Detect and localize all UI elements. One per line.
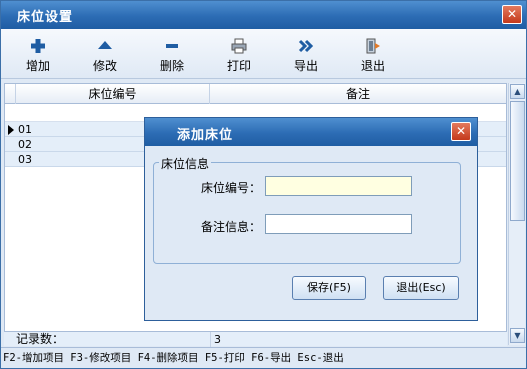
delete-label: 删除 bbox=[159, 59, 184, 73]
cell-bed-no: 01 bbox=[18, 123, 32, 136]
save-button[interactable]: 保存(F5) bbox=[292, 276, 366, 300]
edit-button[interactable]: 修改 bbox=[84, 37, 126, 74]
triangle-up-icon bbox=[98, 41, 112, 49]
delete-button[interactable]: 删除 bbox=[151, 37, 193, 74]
dialog-exit-button[interactable]: 退出(Esc) bbox=[383, 276, 459, 300]
row-selector-header bbox=[5, 84, 16, 104]
add-bed-dialog: 添加床位 ✕ 床位信息 床位编号： 备注信息： 保存(F5) 退出(Esc) bbox=[144, 117, 478, 321]
printer-icon bbox=[231, 38, 247, 54]
column-header-bed-no[interactable]: 床位编号 bbox=[16, 84, 210, 104]
minus-icon bbox=[166, 44, 178, 48]
plus-icon bbox=[31, 39, 45, 53]
dialog-title-bar: 添加床位 ✕ bbox=[145, 118, 477, 146]
double-chevron-right-icon bbox=[298, 39, 314, 53]
cell-bed-no: 03 bbox=[18, 153, 32, 166]
record-count-row: 记录数： 3 bbox=[4, 331, 507, 347]
print-button[interactable]: 打印 bbox=[218, 37, 260, 74]
group-title: 床位信息 bbox=[159, 155, 212, 172]
bed-no-label: 床位编号： bbox=[200, 181, 261, 195]
current-row-marker-icon bbox=[8, 125, 14, 135]
print-label: 打印 bbox=[226, 59, 251, 73]
exit-label: 退出 bbox=[360, 59, 385, 73]
shortcut-status-bar: F2-增加项目 F3-修改项目 F4-删除项目 F5-打印 F6-导出 Esc-… bbox=[1, 347, 526, 368]
exit-button[interactable]: 退出 bbox=[352, 37, 394, 74]
door-exit-icon bbox=[366, 38, 380, 54]
edit-label: 修改 bbox=[92, 59, 117, 73]
dialog-title: 添加床位 bbox=[177, 128, 234, 143]
title-bar: 床位设置 ✕ bbox=[1, 1, 526, 29]
note-label: 备注信息： bbox=[200, 220, 261, 234]
cell-bed-no: 02 bbox=[18, 138, 32, 151]
record-count-value: 3 bbox=[210, 332, 221, 347]
toolbar: 增加 修改 删除 打印 导出 退出 bbox=[1, 29, 526, 79]
dialog-close-button[interactable]: ✕ bbox=[451, 122, 471, 141]
export-button[interactable]: 导出 bbox=[285, 37, 327, 74]
record-count-label: 记录数： bbox=[16, 332, 65, 346]
table-header: 床位编号 备注 bbox=[5, 84, 506, 104]
vertical-scrollbar[interactable]: ▲ ▼ bbox=[508, 83, 525, 345]
scrollbar-thumb[interactable] bbox=[510, 101, 525, 221]
scroll-down-arrow-icon[interactable]: ▼ bbox=[510, 328, 525, 343]
note-input[interactable] bbox=[265, 214, 412, 234]
export-label: 导出 bbox=[293, 59, 318, 73]
add-button[interactable]: 增加 bbox=[17, 37, 59, 74]
column-header-note[interactable]: 备注 bbox=[210, 84, 506, 104]
bed-no-input[interactable] bbox=[265, 176, 412, 196]
scroll-up-arrow-icon[interactable]: ▲ bbox=[510, 84, 525, 99]
add-label: 增加 bbox=[25, 59, 50, 73]
window-close-button[interactable]: ✕ bbox=[502, 5, 522, 24]
window-title: 床位设置 bbox=[17, 10, 74, 25]
